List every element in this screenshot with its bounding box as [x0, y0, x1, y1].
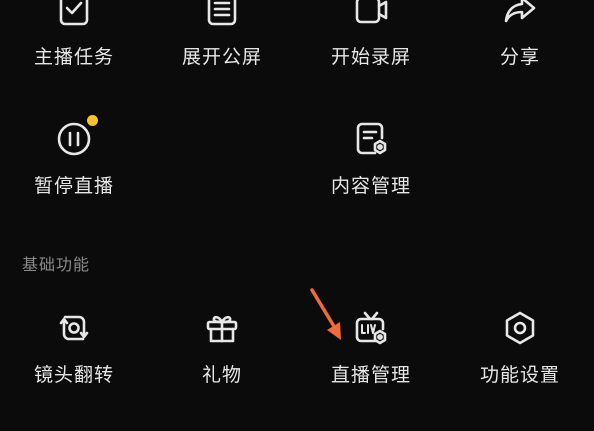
camera-flip-label: 镜头翻转: [33, 364, 114, 386]
camera-flip-button[interactable]: 镜头翻转: [0, 306, 148, 387]
anchor-task-label: 主播任务: [33, 46, 114, 68]
hexagon-settings-icon: [498, 306, 542, 350]
function-settings-button[interactable]: 功能设置: [446, 306, 594, 387]
function-settings-label: 功能设置: [479, 364, 560, 386]
gift-button[interactable]: 礼物: [148, 306, 296, 387]
live-management-label: 直播管理: [330, 364, 411, 386]
gift-label: 礼物: [201, 364, 242, 386]
basic-functions-section-title: 基础功能: [22, 255, 91, 274]
list-document-icon: [200, 0, 244, 32]
camera-flip-icon: [52, 306, 96, 350]
gift-icon: [200, 306, 244, 350]
content-management-button[interactable]: 内容管理: [297, 117, 445, 198]
pause-circle-icon: [52, 115, 98, 161]
expand-public-screen-label: 展开公屏: [181, 46, 262, 68]
content-management-label: 内容管理: [330, 175, 411, 197]
screen-record-icon: [349, 0, 393, 32]
live-tv-settings-icon: [349, 306, 393, 350]
notification-dot: [87, 115, 98, 126]
content-settings-icon: [349, 117, 393, 161]
pause-live-button[interactable]: 暂停直播: [0, 115, 148, 198]
share-label: 分享: [499, 46, 540, 68]
anchor-task-button[interactable]: 主播任务: [0, 0, 148, 69]
live-management-button[interactable]: 直播管理: [297, 306, 445, 387]
share-arrow-icon: [498, 0, 542, 32]
share-button[interactable]: 分享: [446, 0, 594, 69]
expand-public-screen-button[interactable]: 展开公屏: [148, 0, 296, 69]
start-recording-button[interactable]: 开始录屏: [297, 0, 445, 69]
task-checklist-icon: [52, 0, 96, 32]
start-recording-label: 开始录屏: [330, 46, 411, 68]
pause-live-label: 暂停直播: [33, 175, 114, 197]
